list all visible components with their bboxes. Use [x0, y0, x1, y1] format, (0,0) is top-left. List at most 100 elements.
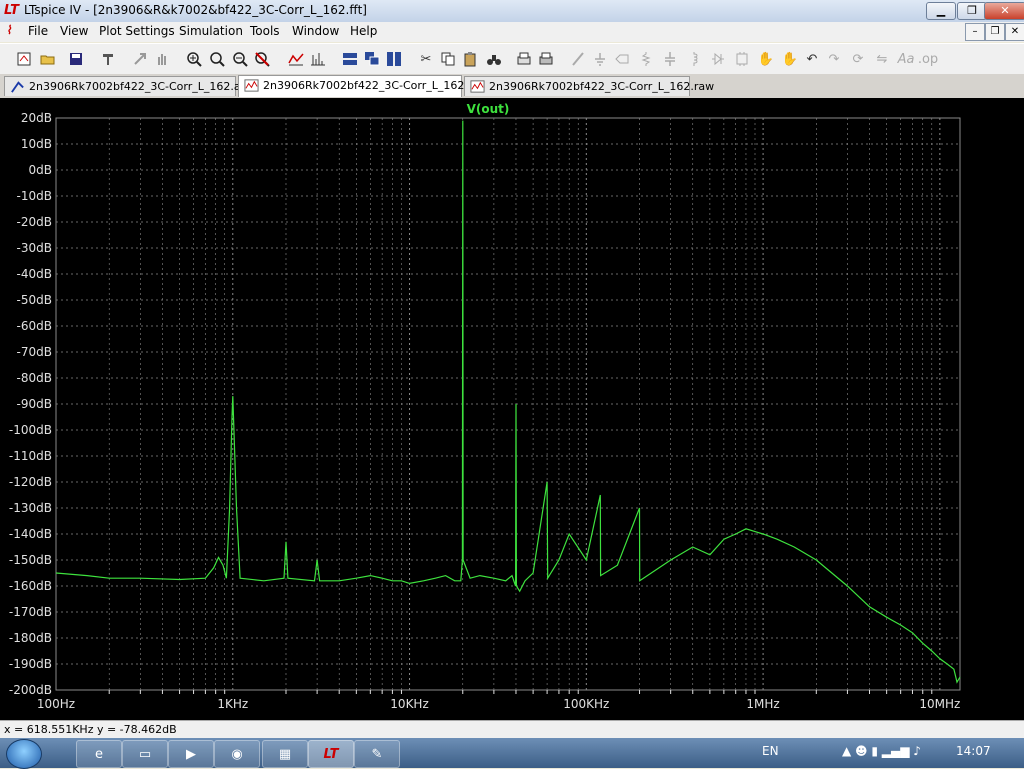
move-icon[interactable]: ✋: [756, 49, 776, 69]
run-icon[interactable]: [130, 49, 150, 69]
x-tick-label: 1KHz: [217, 697, 248, 711]
waveform-plot-pane[interactable]: 20dB 10dB 0dB -10dB -20dB -30dB -40dB -50dB -60d…: [0, 98, 1024, 720]
tab-raw[interactable]: 2n3906Rk7002bf422_3C-Corr_L_162.raw: [464, 76, 714, 96]
y-tick-label: -80dB: [17, 371, 52, 385]
clock[interactable]: 14:07: [956, 744, 991, 758]
explorer-icon[interactable]: ▭: [122, 740, 168, 768]
window-close-button[interactable]: ✕: [984, 2, 1024, 20]
ltspice-app-icon[interactable]: LT: [4, 3, 19, 18]
window-minimize-button[interactable]: ▁: [926, 2, 956, 20]
menu-file[interactable]: File: [28, 24, 48, 38]
x-tick-label: 1MHz: [746, 697, 779, 711]
component-icon[interactable]: [732, 49, 752, 69]
cascade-icon[interactable]: [362, 49, 382, 69]
rotate-icon[interactable]: ⟳: [848, 49, 868, 69]
x-tick-label: 100KHz: [563, 697, 609, 711]
ie-icon[interactable]: e: [76, 740, 122, 768]
tray-icons[interactable]: ▲ ☻ ▮ ▂▄▆ ♪: [842, 744, 921, 758]
waveform-icon: [244, 79, 259, 92]
calculator-icon[interactable]: ▦: [262, 740, 308, 768]
fft-chart[interactable]: 20dB 10dB 0dB -10dB -20dB -30dB -40dB -50dB -60d…: [0, 98, 1024, 720]
tab-schematic-label: 2n3906Rk7002bf422_3C-Corr_L_162.asc: [29, 80, 253, 93]
zoom-cancel-icon[interactable]: [252, 49, 272, 69]
schematic-icon: [11, 81, 24, 93]
cursor-readout: x = 618.551KHz y = -78.462dB: [4, 723, 177, 736]
zoom-out-icon[interactable]: [230, 49, 250, 69]
y-tick-label: -180dB: [9, 631, 52, 645]
menu-tools[interactable]: Tools: [250, 24, 280, 38]
diode-icon[interactable]: [708, 49, 728, 69]
y-tick-label: -40dB: [17, 267, 52, 281]
y-tick-label: -140dB: [9, 527, 52, 541]
save-icon[interactable]: [66, 49, 86, 69]
y-tick-label: -30dB: [17, 241, 52, 255]
y-tick-label: -170dB: [9, 605, 52, 619]
ltspice-icon[interactable]: LT: [308, 740, 354, 768]
y-tick-label: -10dB: [17, 189, 52, 203]
tab-schematic[interactable]: 2n3906Rk7002bf422_3C-Corr_L_162.asc: [4, 76, 252, 96]
language-indicator[interactable]: EN: [762, 744, 779, 758]
halt-icon[interactable]: [152, 49, 172, 69]
menu-plot-settings[interactable]: Plot Settings: [99, 24, 175, 38]
redo-icon[interactable]: ↷: [824, 49, 844, 69]
document-icon[interactable]: ⌇: [6, 23, 12, 37]
drag-icon[interactable]: ✋: [780, 49, 800, 69]
y-tick-label: -20dB: [17, 215, 52, 229]
menu-window[interactable]: Window: [292, 24, 339, 38]
inductor-icon[interactable]: [684, 49, 704, 69]
tab-fft-label: 2n3906Rk7002bf422_3C-Corr_L_162.fft: [263, 79, 480, 92]
text-icon[interactable]: Aa: [896, 49, 916, 69]
media-player-icon[interactable]: ▶: [168, 740, 214, 768]
fft-icon[interactable]: [308, 49, 328, 69]
print-setup-icon[interactable]: [514, 49, 534, 69]
y-tick-label: -190dB: [9, 657, 52, 671]
mirror-icon[interactable]: ⇋: [872, 49, 892, 69]
menu-simulation[interactable]: Simulation: [179, 24, 243, 38]
y-tick-label: -70dB: [17, 345, 52, 359]
find-icon[interactable]: [484, 49, 504, 69]
zoom-in-icon[interactable]: [184, 49, 204, 69]
tile-vertical-icon[interactable]: [384, 49, 404, 69]
y-tick-label: 20dB: [21, 111, 52, 125]
x-tick-label: 10MHz: [919, 697, 960, 711]
ground-icon[interactable]: [590, 49, 610, 69]
paint-icon[interactable]: ✎: [354, 740, 400, 768]
menu-help[interactable]: Help: [350, 24, 377, 38]
toolbar: ✂ ✋ ✋ ↶ ↷ ⟳ ⇋ Aa .op: [0, 43, 1024, 75]
label-icon[interactable]: [612, 49, 632, 69]
zoom-area-icon[interactable]: [207, 49, 227, 69]
autorange-icon[interactable]: [286, 49, 306, 69]
spice-directive-icon[interactable]: .op: [918, 49, 938, 69]
y-tick-label: -100dB: [9, 423, 52, 437]
control-panel-icon[interactable]: [98, 49, 118, 69]
firefox-icon[interactable]: ◉: [214, 740, 260, 768]
mdi-close-button[interactable]: ✕: [1005, 23, 1024, 41]
y-tick-label: -160dB: [9, 579, 52, 593]
open-icon[interactable]: [38, 49, 58, 69]
y-tick-label: -150dB: [9, 553, 52, 567]
y-tick-label: 0dB: [29, 163, 52, 177]
y-tick-label: -60dB: [17, 319, 52, 333]
y-tick-label: -90dB: [17, 397, 52, 411]
capacitor-icon[interactable]: [660, 49, 680, 69]
mdi-minimize-button[interactable]: –: [965, 23, 985, 41]
window-maximize-button[interactable]: ❐: [957, 2, 987, 20]
undo-icon[interactable]: ↶: [802, 49, 822, 69]
tab-raw-label: 2n3906Rk7002bf422_3C-Corr_L_162.raw: [489, 80, 715, 93]
cut-icon[interactable]: ✂: [416, 49, 436, 69]
start-button[interactable]: [6, 739, 42, 769]
title-bar: LT LTspice IV - [2n3906&R&k7002&bf422_3C…: [0, 0, 1024, 23]
y-tick-label: -110dB: [9, 449, 52, 463]
menu-view[interactable]: View: [60, 24, 88, 38]
print-icon[interactable]: [536, 49, 556, 69]
copy-icon[interactable]: [438, 49, 458, 69]
resistor-icon[interactable]: [636, 49, 656, 69]
wire-icon[interactable]: [568, 49, 588, 69]
waveform-icon: [470, 80, 485, 93]
new-schematic-icon[interactable]: [14, 49, 34, 69]
paste-icon[interactable]: [460, 49, 480, 69]
tile-horizontal-icon[interactable]: [340, 49, 360, 69]
tab-fft[interactable]: 2n3906Rk7002bf422_3C-Corr_L_162.fft: [238, 75, 480, 97]
mdi-restore-button[interactable]: ❐: [985, 23, 1005, 41]
window-title: LTspice IV - [2n3906&R&k7002&bf422_3C-Co…: [24, 3, 367, 17]
